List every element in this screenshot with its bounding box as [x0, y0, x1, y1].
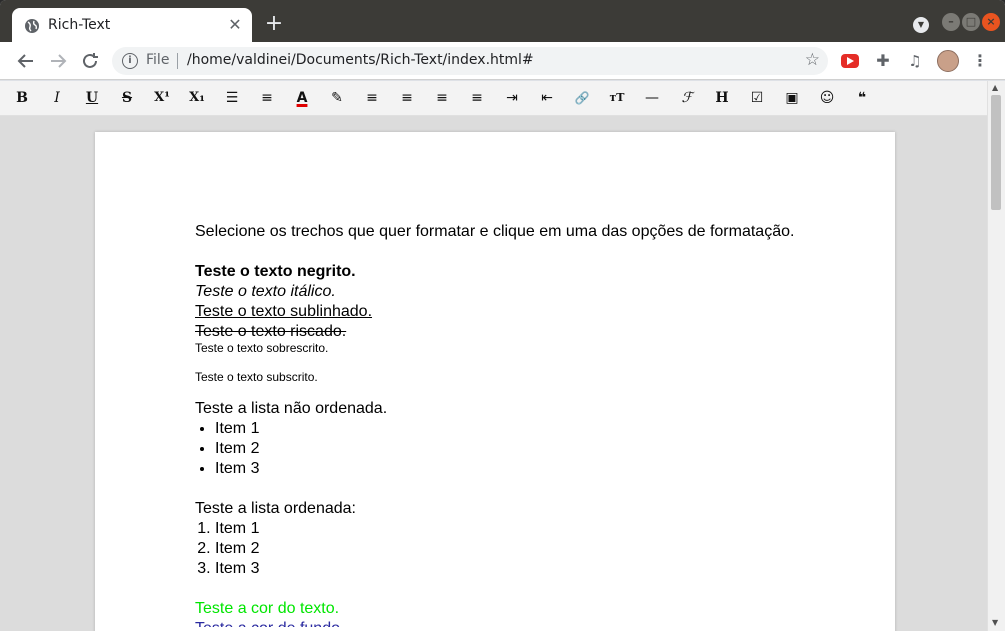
strike-sample: Teste o texto riscado.	[195, 323, 347, 340]
media-control-icon[interactable]: ♫	[905, 51, 925, 71]
list-item: Item 2	[215, 539, 835, 559]
italic-sample: Teste o texto itálico.	[195, 283, 336, 300]
superscript-sample: Teste o texto sobrescrito.	[195, 341, 329, 355]
globe-icon	[25, 19, 39, 33]
highlight-icon[interactable]: ✎	[325, 87, 349, 109]
scroll-down-icon[interactable]: ▼	[992, 618, 998, 627]
italic-button[interactable]: I	[45, 87, 69, 109]
list-item: Item 2	[215, 439, 835, 459]
close-window-button[interactable]: ×	[982, 13, 1000, 31]
profile-avatar[interactable]	[937, 50, 959, 72]
vertical-scrollbar[interactable]: ▲ ▼	[987, 81, 1005, 631]
underline-sample: Teste o texto sublinhado.	[195, 303, 373, 320]
bold-button[interactable]: B	[10, 87, 34, 109]
align-center-icon[interactable]: ≡	[395, 87, 419, 109]
superscript-button[interactable]: X¹	[150, 87, 174, 109]
heading-button[interactable]: H	[710, 87, 734, 109]
text-color-button[interactable]: A	[290, 87, 314, 109]
subscript-sample: Teste o texto subscrito.	[195, 370, 318, 384]
reload-icon[interactable]	[78, 49, 102, 73]
font-size-button[interactable]: тT	[605, 87, 629, 109]
font-family-button[interactable]: ℱ	[675, 87, 699, 109]
justify-icon[interactable]: ≡	[465, 87, 489, 109]
align-left-icon[interactable]: ≡	[360, 87, 384, 109]
tab-search-icon[interactable]: ▼	[913, 17, 929, 33]
scroll-up-icon[interactable]: ▲	[992, 83, 998, 92]
unordered-list: Item 1 Item 2 Item 3	[195, 419, 835, 479]
tab-bar: Rich-Text ✕ + ▼ – □ ×	[0, 0, 1005, 42]
maximize-button[interactable]: □	[962, 13, 980, 31]
intro-text: Selecione os trechos que quer formatar e…	[195, 223, 795, 240]
underline-button[interactable]: U	[80, 87, 104, 109]
ordered-list: Item 1 Item 2 Item 3	[195, 519, 835, 579]
navigation-bar: i File /home/valdinei/Documents/Rich-Tex…	[0, 42, 1005, 80]
forward-arrow-icon[interactable]	[46, 49, 70, 73]
list-item: Item 1	[215, 419, 835, 439]
quote-icon[interactable]: ❝	[850, 87, 874, 109]
list-item: Item 1	[215, 519, 835, 539]
info-icon[interactable]: i	[122, 53, 138, 69]
align-right-icon[interactable]: ≡	[430, 87, 454, 109]
tab-title: Rich-Text	[48, 17, 111, 33]
browser-window: Rich-Text ✕ + ▼ – □ × i File /home/valdi…	[0, 0, 1005, 631]
text-color-sample: Teste a cor do texto.	[195, 600, 340, 617]
unordered-list-heading: Teste a lista não ordenada.	[195, 400, 388, 417]
editor-toolbar: B I U S X¹ X₁ ☰ ≡ A ✎ ≡ ≡ ≡ ≡ ⇥ ⇤ 🔗 тT —…	[0, 81, 1005, 116]
link-icon[interactable]: 🔗	[570, 87, 594, 109]
extensions-puzzle-icon[interactable]: ✚	[873, 51, 893, 71]
url-scheme-label: File	[146, 52, 170, 68]
list-item: Item 3	[215, 559, 835, 579]
bookmark-star-icon[interactable]: ☆	[805, 50, 820, 70]
image-icon[interactable]: ▣	[780, 87, 804, 109]
url-text[interactable]: /home/valdinei/Documents/Rich-Text/index…	[187, 52, 534, 68]
scroll-thumb[interactable]	[991, 95, 1001, 210]
new-tab-button[interactable]: +	[262, 13, 286, 37]
background-color-sample: Teste a cor de fundo.	[195, 619, 835, 627]
menu-dots-icon[interactable]: ⋮	[970, 51, 990, 71]
list-item: Item 3	[215, 459, 835, 479]
tab-rich-text[interactable]: Rich-Text ✕	[12, 8, 252, 42]
youtube-extension-icon[interactable]	[841, 54, 859, 68]
tab-close-icon[interactable]: ✕	[226, 16, 244, 34]
ordered-list-heading: Teste a lista ordenada:	[195, 500, 356, 517]
address-bar[interactable]: i File /home/valdinei/Documents/Rich-Tex…	[112, 47, 828, 75]
document-page[interactable]: Selecione os trechos que quer formatar e…	[95, 132, 895, 631]
ordered-list-icon[interactable]: ≡	[255, 87, 279, 109]
checkbox-icon[interactable]: ☑	[745, 87, 769, 109]
strikethrough-button[interactable]: S	[115, 87, 139, 109]
bold-sample: Teste o texto negrito.	[195, 263, 356, 280]
indent-icon[interactable]: ⇥	[500, 87, 524, 109]
document-body[interactable]: Selecione os trechos que quer formatar e…	[195, 222, 835, 627]
subscript-button[interactable]: X₁	[185, 87, 209, 109]
minimize-button[interactable]: –	[942, 13, 960, 31]
back-arrow-icon[interactable]	[14, 49, 38, 73]
horizontal-rule-button[interactable]: —	[640, 87, 664, 109]
unordered-list-icon[interactable]: ☰	[220, 87, 244, 109]
emoji-icon[interactable]: ☺	[815, 87, 839, 109]
divider	[177, 53, 178, 69]
outdent-icon[interactable]: ⇤	[535, 87, 559, 109]
